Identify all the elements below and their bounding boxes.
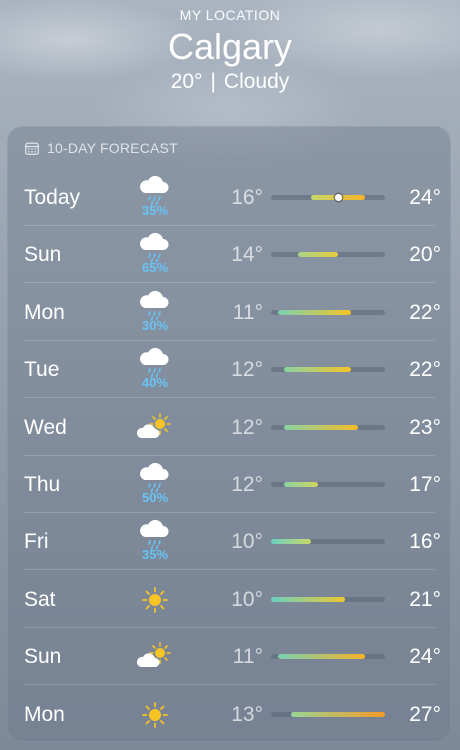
temp-range-fill	[271, 596, 345, 602]
forecast-row-4[interactable]: Wed 12° 23°	[7, 399, 451, 456]
day-label: Thu	[24, 473, 61, 496]
forecast-title: 10-DAY FORECAST	[47, 140, 178, 156]
cloud-rain-icon: 35%	[133, 513, 177, 570]
precip-chance: 30%	[141, 317, 169, 333]
high-temp: 24°	[409, 186, 441, 209]
low-temp: 11°	[232, 645, 263, 669]
cloud-rain-icon: 65%	[133, 226, 177, 283]
low-temp: 12°	[231, 415, 263, 439]
forecast-row-2[interactable]: Mon 30% 11° 22°	[7, 284, 451, 341]
day-label: Mon	[24, 300, 65, 324]
precip-chance: 35%	[141, 203, 169, 218]
temp-range-fill	[284, 424, 359, 430]
temp-range-bar	[271, 309, 385, 315]
high-temp: 27°	[409, 702, 441, 726]
day-label: Tue	[24, 358, 60, 382]
temp-range-fill	[291, 711, 385, 717]
low-temp: 14°	[231, 243, 263, 267]
city-name: Calgary	[167, 26, 293, 67]
current-temperature: 20°	[170, 70, 203, 93]
temp-range-bar	[271, 654, 385, 660]
temp-range-fill	[271, 539, 312, 545]
day-label: Sat	[24, 587, 56, 611]
current-summary: 20° | Cloudy	[0, 70, 460, 94]
temp-range-bar	[271, 252, 385, 258]
day-label: Wed	[24, 415, 67, 439]
high-temp: 20°	[409, 243, 441, 267]
day-label: Sun	[24, 243, 62, 267]
day-label: Today	[24, 186, 81, 209]
high-temp: 16°	[409, 530, 441, 554]
forecast-row-5[interactable]: Thu 50% 12° 17°	[7, 456, 451, 513]
day-label: Mon	[24, 702, 65, 726]
temp-range-fill	[277, 309, 352, 315]
day-label: Fri	[24, 530, 49, 554]
forecast-card[interactable]: 10-DAY FORECAST Today 35% 16° 24° Sun 65% 14° 2…	[7, 126, 451, 742]
low-temp: 10°	[231, 530, 263, 554]
low-temp: 12°	[231, 473, 263, 496]
precip-chance: 35%	[141, 547, 169, 563]
current-condition: Cloudy	[223, 70, 290, 93]
low-temp: 16°	[231, 186, 263, 209]
cloud-rain-icon: 40%	[133, 341, 177, 398]
temp-range-fill	[284, 482, 318, 487]
low-temp: 11°	[232, 300, 263, 324]
forecast-row-7[interactable]: Sat 10° 21°	[7, 571, 451, 628]
low-temp: 12°	[231, 358, 263, 382]
forecast-row-9[interactable]: Mon 13° 27°	[7, 686, 451, 743]
forecast-row-8[interactable]: Sun 11° 24°	[7, 628, 451, 686]
cloud-rain-icon: 30%	[133, 284, 177, 341]
sun-icon	[133, 686, 177, 743]
temp-range-bar	[271, 424, 385, 430]
current-temp-dot	[334, 194, 342, 201]
forecast-row-1[interactable]: Sun 65% 14° 20°	[7, 226, 451, 284]
high-temp: 17°	[409, 473, 441, 496]
partly-cloudy-icon	[133, 628, 177, 685]
forecast-row-6[interactable]: Fri 35% 10° 16°	[7, 513, 451, 571]
high-temp: 21°	[409, 587, 441, 611]
temp-range-bar	[271, 596, 385, 602]
high-temp: 22°	[409, 300, 441, 324]
cloud-rain-icon: 50%	[133, 456, 177, 513]
high-temp: 24°	[409, 645, 441, 669]
high-temp: 23°	[409, 415, 441, 439]
high-temp: 22°	[409, 358, 441, 382]
temp-range-bar	[271, 482, 385, 487]
low-temp: 13°	[231, 702, 263, 726]
day-label: Sun	[24, 645, 62, 669]
precip-chance: 40%	[141, 375, 169, 391]
low-temp: 10°	[231, 587, 263, 611]
temp-range-fill	[277, 654, 365, 660]
temp-range-bar	[271, 711, 385, 717]
forecast-row-0[interactable]: Today 35% 16° 24°	[7, 169, 451, 226]
forecast-header: 10-DAY FORECAST	[25, 139, 178, 157]
summary-separator: |	[210, 70, 216, 93]
temp-range-bar	[271, 194, 385, 201]
cloud-rain-icon: 35%	[133, 169, 177, 226]
calendar-icon	[25, 142, 39, 155]
temp-range-bar	[271, 539, 385, 545]
temp-range-fill	[297, 252, 339, 258]
forecast-row-3[interactable]: Tue 40% 12° 22°	[7, 341, 451, 399]
partly-cloudy-icon	[133, 399, 177, 456]
temp-range-bar	[271, 367, 385, 373]
precip-chance: 65%	[141, 260, 169, 276]
sun-icon	[133, 571, 177, 628]
location-label: MY LOCATION	[179, 7, 281, 23]
precip-chance: 50%	[141, 490, 169, 505]
temp-range-fill	[284, 367, 352, 373]
